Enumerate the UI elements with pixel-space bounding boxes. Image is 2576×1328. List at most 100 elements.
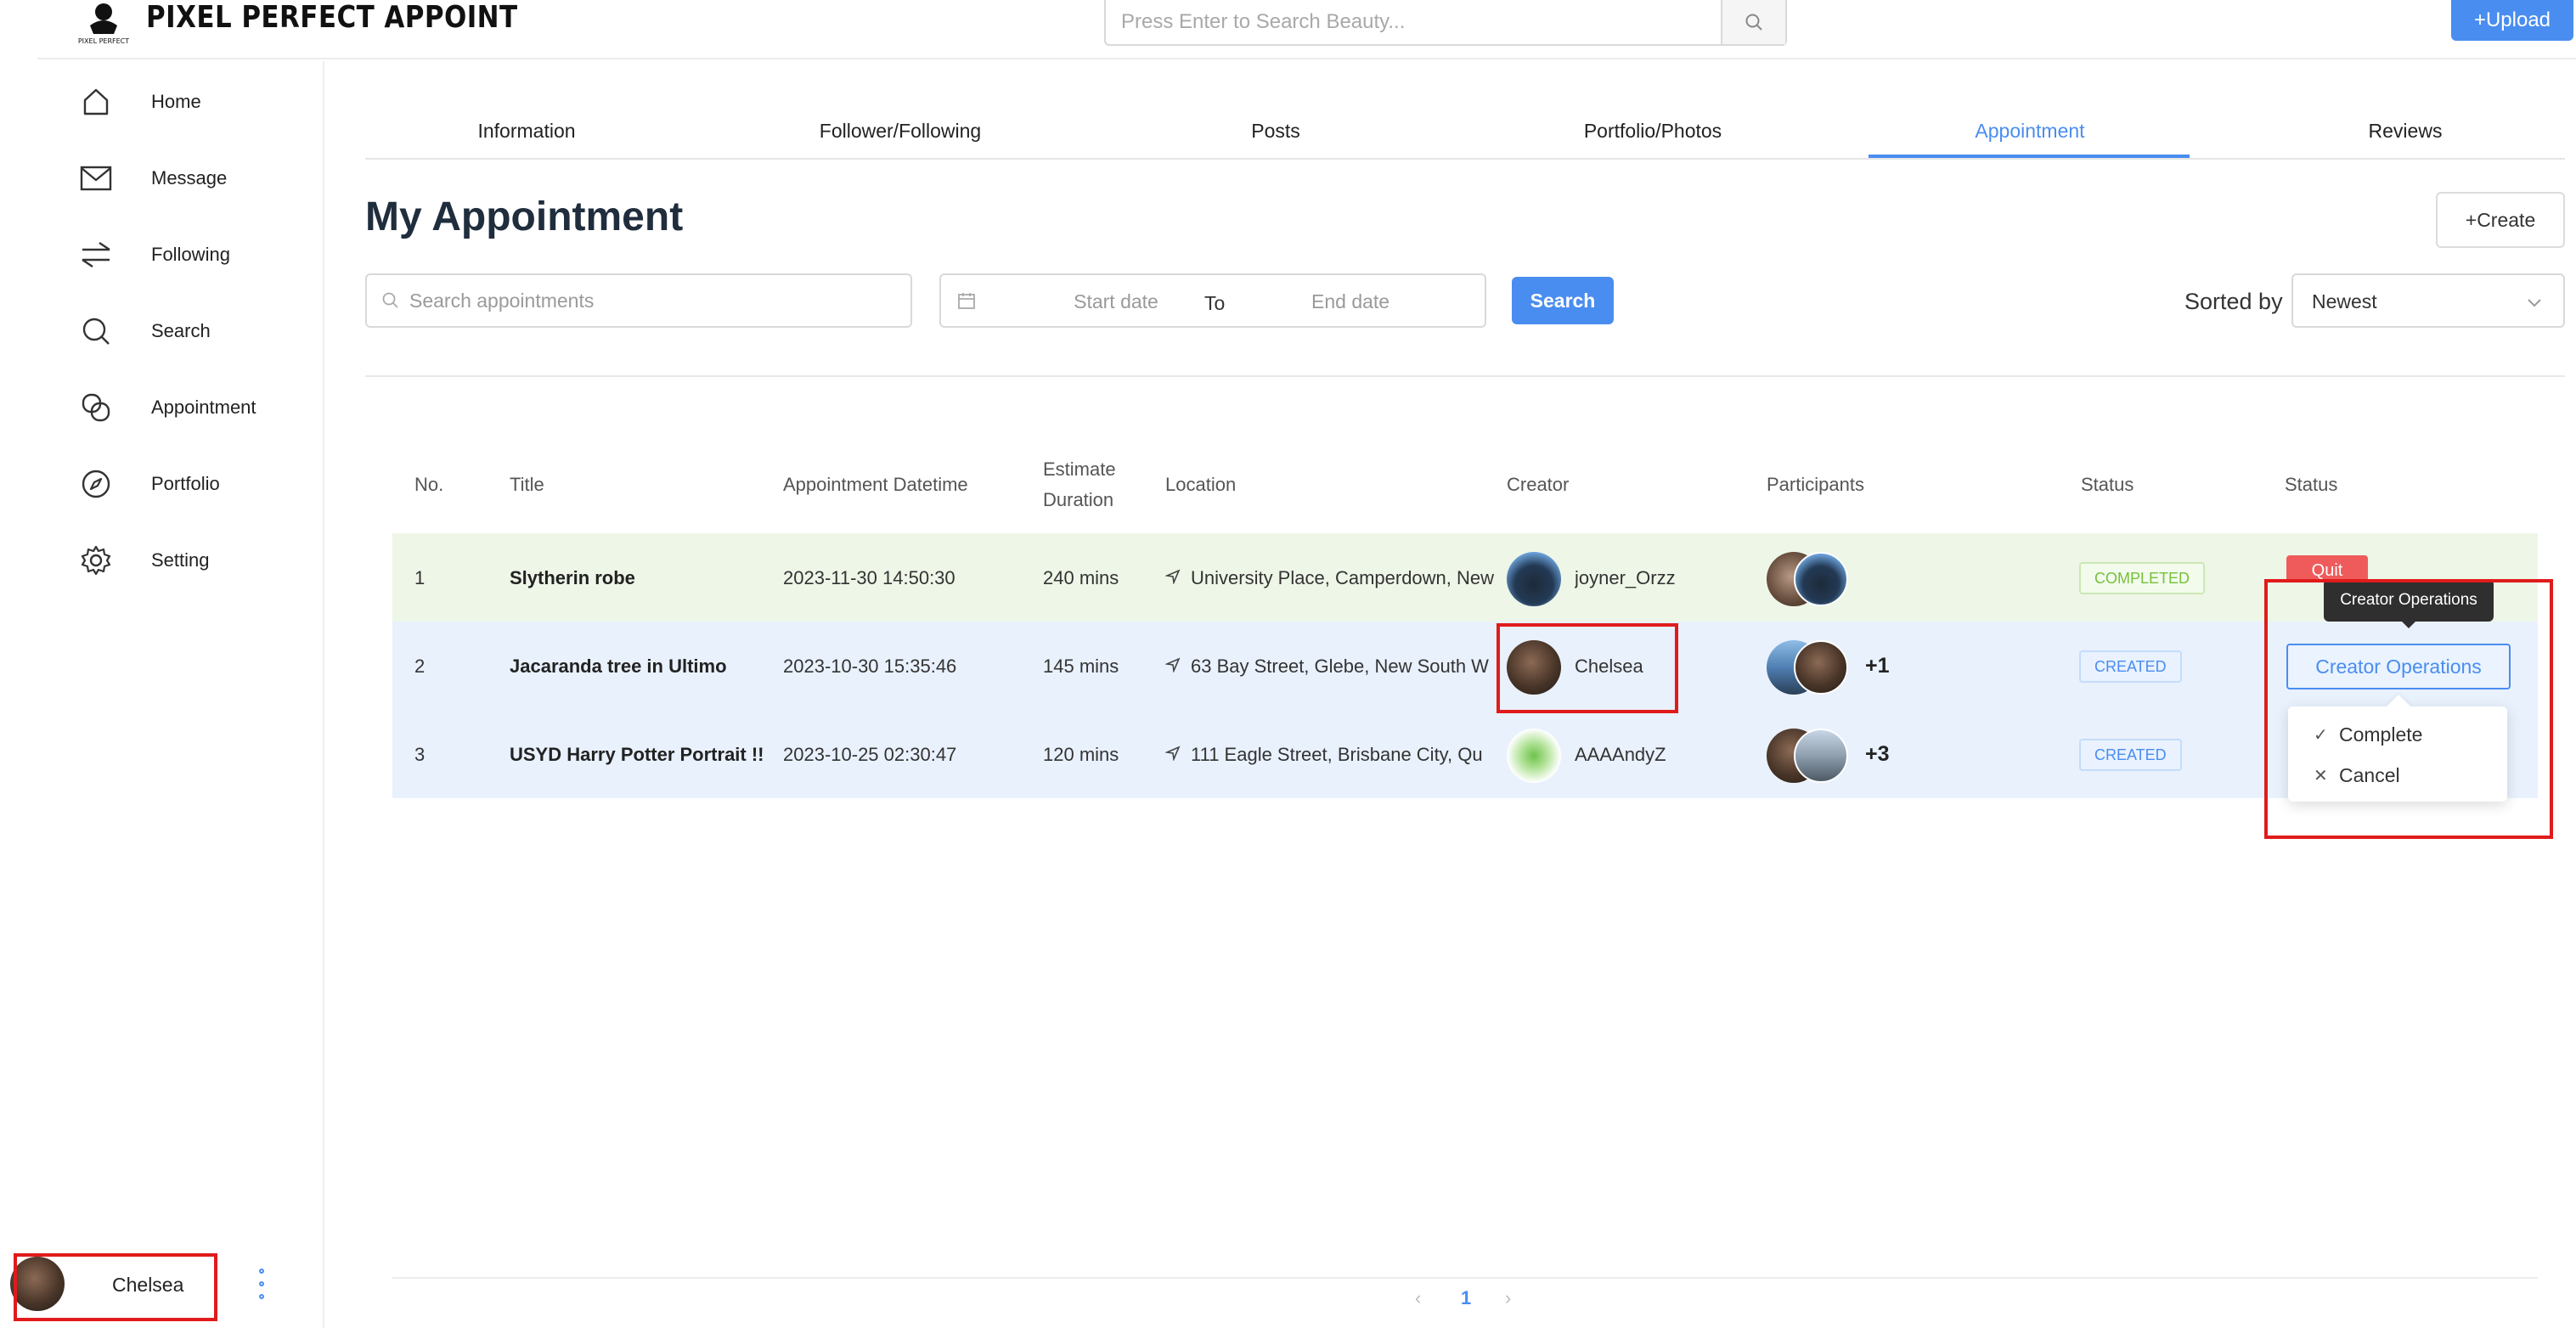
col-duration-line1: Estimate [1043, 459, 1116, 480]
sidebar-item-message[interactable]: Message [78, 153, 316, 204]
row-no: 2 [414, 656, 426, 677]
location-arrow-icon [1165, 744, 1181, 766]
profile-tabs: Information Follower/Following Posts Por… [365, 102, 2565, 160]
search-icon [382, 292, 398, 308]
table-row[interactable]: 3 USYD Harry Potter Portrait !! 2023-10-… [392, 710, 2538, 798]
create-button[interactable]: +Create [2436, 192, 2565, 248]
upload-button[interactable]: +Upload [2451, 0, 2573, 41]
tab-information[interactable]: Information [365, 102, 688, 160]
brand-logo[interactable]: PIXEL PERFECT [78, 0, 129, 48]
col-operations: Status [2285, 474, 2338, 495]
creator-avatar[interactable] [1507, 552, 1561, 606]
location-arrow-icon [1165, 656, 1181, 678]
table-header: No. Title Appointment Datetime Estimate … [0, 448, 2576, 525]
row-datetime: 2023-11-30 14:50:30 [783, 567, 955, 588]
sidebar-item-label: Search [151, 320, 211, 341]
page-title: My Appointment [365, 194, 684, 239]
link-icon [78, 390, 114, 425]
highlight-box-user [14, 1253, 217, 1321]
col-status: Status [2081, 474, 2134, 495]
row-location: University Place, Camperdown, New [1191, 567, 1495, 588]
pagination-next-icon[interactable]: › [1505, 1287, 1511, 1309]
row-datetime: 2023-10-25 02:30:47 [783, 744, 957, 765]
active-tab-indicator [1869, 155, 2190, 158]
section-divider [365, 375, 2565, 377]
global-search-input[interactable] [1106, 0, 1726, 44]
col-title: Title [510, 474, 544, 495]
status-badge: CREATED [2079, 650, 2182, 683]
pagination-page[interactable]: 1 [1461, 1287, 1471, 1309]
row-no: 3 [414, 744, 426, 765]
sidebar-item-label: Home [151, 91, 201, 112]
highlight-box-operations [2264, 579, 2553, 839]
appointment-search-input[interactable] [409, 275, 902, 326]
calendar-icon [958, 293, 975, 309]
row-datetime: 2023-10-30 15:35:46 [783, 656, 957, 677]
row-location: 111 Eagle Street, Brisbane City, Qu [1191, 744, 1483, 765]
gear-icon [78, 543, 114, 578]
sidebar-item-setting[interactable]: Setting [78, 535, 316, 586]
envelope-icon [78, 160, 114, 196]
participants-more-count: +1 [1865, 654, 1890, 678]
sidebar-item-label: Appointment [151, 397, 256, 418]
participant-avatar[interactable] [1794, 729, 1848, 783]
table-row[interactable]: 1 Slytherin robe 2023-11-30 14:50:30 240… [392, 533, 2538, 622]
vertical-dots-icon[interactable] [255, 1269, 268, 1299]
global-search [1104, 0, 1787, 46]
pagination-prev-icon[interactable]: ‹ [1415, 1287, 1421, 1309]
participant-avatar[interactable] [1794, 552, 1848, 606]
svg-text:PIXEL PERFECT: PIXEL PERFECT [78, 37, 129, 45]
appointment-search [365, 273, 912, 328]
date-range-picker[interactable]: Start date To End date [939, 273, 1486, 328]
sidebar-item-home[interactable]: Home [78, 76, 316, 127]
date-range-separator: To [1204, 292, 1226, 314]
row-title: Jacaranda tree in Ultimo [510, 656, 727, 677]
tab-appointment[interactable]: Appointment [1869, 102, 2191, 160]
row-creator[interactable]: joyner_Orzz [1575, 567, 1676, 589]
sidebar-item-label: Message [151, 167, 228, 189]
location-arrow-icon [1165, 567, 1181, 589]
row-location: 63 Bay Street, Glebe, New South W [1191, 656, 1489, 677]
row-title: USYD Harry Potter Portrait !! [510, 744, 764, 765]
sidebar-item-search[interactable]: Search [78, 306, 316, 357]
row-creator[interactable]: AAAAndyZ [1575, 744, 1666, 766]
col-creator: Creator [1507, 474, 1570, 495]
participant-avatar[interactable] [1794, 640, 1848, 695]
tab-reviews[interactable]: Reviews [2244, 102, 2567, 160]
col-location: Location [1165, 474, 1237, 495]
status-badge: COMPLETED [2079, 562, 2206, 594]
creator-avatar[interactable] [1507, 729, 1561, 783]
table-row[interactable]: 2 Jacaranda tree in Ultimo 2023-10-30 15… [392, 622, 2538, 710]
sidebar-item-following[interactable]: Following [78, 229, 316, 280]
col-datetime: Appointment Datetime [783, 474, 968, 495]
home-icon [78, 84, 114, 120]
sort-select[interactable]: Newest [2291, 273, 2565, 328]
global-search-button[interactable] [1721, 0, 1785, 44]
sidebar: Home Message Following Search Appointmen… [37, 61, 324, 1328]
status-badge: CREATED [2079, 739, 2182, 771]
start-date-field[interactable]: Start date [1031, 290, 1201, 313]
tab-portfolio-photos[interactable]: Portfolio/Photos [1491, 102, 1814, 160]
search-icon [1745, 14, 1762, 31]
sidebar-item-label: Setting [151, 549, 210, 571]
col-duration-line2: Duration [1043, 489, 1114, 510]
pagination-divider [392, 1277, 2538, 1279]
brand-name: PIXEL PERFECT APPOINT [146, 0, 518, 35]
top-header: PIXEL PERFECT PIXEL PERFECT APPOINT +Upl… [37, 0, 2576, 59]
tab-follower-following[interactable]: Follower/Following [739, 102, 1062, 160]
row-duration: 240 mins [1043, 567, 1119, 588]
quit-button[interactable]: Quit [2286, 555, 2368, 579]
search-button[interactable]: Search [1512, 277, 1614, 324]
col-no: No. [414, 474, 444, 495]
end-date-field[interactable]: End date [1311, 290, 1481, 313]
participants-more-count: +3 [1865, 742, 1890, 766]
sort-value: Newest [2312, 290, 2377, 312]
sidebar-item-appointment[interactable]: Appointment [78, 382, 316, 433]
sidebar-item-label: Following [151, 244, 230, 265]
highlight-box-creator [1497, 623, 1678, 713]
swap-arrows-icon [78, 237, 114, 273]
sort-label: Sorted by [2184, 289, 2283, 314]
col-participants: Participants [1767, 474, 1864, 495]
tab-posts[interactable]: Posts [1114, 102, 1437, 160]
chevron-down-icon [2528, 299, 2541, 307]
